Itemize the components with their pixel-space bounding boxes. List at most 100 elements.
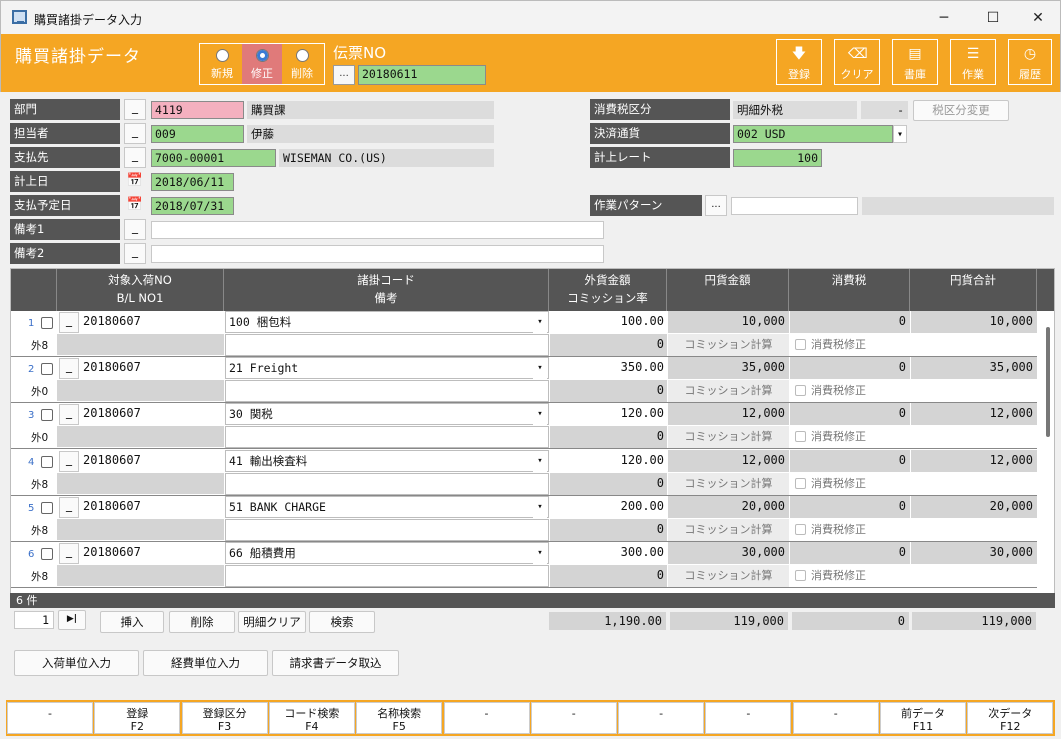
charge-code-select[interactable]: 51 BANK CHARGE: [225, 495, 549, 518]
row-lookup-button[interactable]: _: [59, 358, 79, 380]
dept-lookup-button[interactable]: _: [124, 99, 146, 120]
remarks-cell[interactable]: [225, 380, 549, 403]
tax-fix-checkbox[interactable]: [795, 477, 806, 489]
remarks-cell[interactable]: [225, 472, 549, 495]
toolbar-task-button[interactable]: ☰ 作業: [950, 39, 996, 85]
note1-lookup-button[interactable]: _: [124, 219, 146, 240]
voucher-number-field[interactable]: 20180611: [358, 65, 486, 85]
function-key[interactable]: 登録 F2: [94, 702, 181, 734]
chevron-down-icon[interactable]: ▾: [533, 404, 547, 427]
tax-fix-checkbox[interactable]: [795, 570, 806, 581]
commission-calc-button[interactable]: コミッション計算: [668, 565, 789, 587]
tax-fix-checkbox[interactable]: [795, 523, 806, 535]
remarks-cell[interactable]: [225, 426, 549, 449]
staff-lookup-button[interactable]: _: [124, 123, 146, 144]
chevron-down-icon[interactable]: ▾: [533, 543, 547, 565]
payee-lookup-button[interactable]: _: [124, 147, 146, 168]
work-pattern-code-field[interactable]: [731, 197, 858, 215]
row-lookup-button[interactable]: _: [59, 312, 79, 333]
remarks-cell[interactable]: [225, 334, 549, 356]
payee-code-field[interactable]: 7000-00001: [151, 149, 276, 167]
foreign-amount-cell[interactable]: 120.00: [550, 403, 667, 426]
remarks-cell[interactable]: [225, 565, 549, 587]
scrollbar-thumb[interactable]: [1046, 327, 1050, 437]
foreign-amount-cell[interactable]: 300.00: [550, 542, 667, 564]
commission-calc-button[interactable]: コミッション計算: [668, 334, 789, 356]
tax-fix-checkbox[interactable]: [795, 339, 806, 350]
function-key[interactable]: 前データ F11: [880, 702, 966, 734]
remarks-cell[interactable]: [225, 518, 549, 541]
receipt-unit-input-button[interactable]: 入荷単位入力: [14, 650, 139, 676]
charge-code-select[interactable]: 30 関税: [225, 403, 549, 426]
row-lookup-button[interactable]: _: [59, 543, 79, 564]
foreign-amount-cell[interactable]: 100.00: [550, 311, 667, 333]
pay-date-field[interactable]: 2018/07/31: [151, 197, 234, 215]
function-key[interactable]: -: [443, 702, 530, 734]
row-checkbox[interactable]: [41, 363, 53, 376]
tax-change-button[interactable]: 税区分変更: [913, 100, 1009, 121]
invoice-import-button[interactable]: 請求書データ取込: [272, 650, 399, 676]
clear-details-button[interactable]: 明細クリア: [238, 611, 306, 633]
mode-delete[interactable]: 削除: [282, 44, 322, 84]
function-key[interactable]: -: [618, 702, 705, 734]
foreign-amount-cell[interactable]: 120.00: [550, 449, 667, 472]
function-key[interactable]: -: [7, 702, 93, 734]
charge-code-select[interactable]: 100 梱包料: [225, 311, 549, 333]
close-button[interactable]: ✕: [1023, 7, 1053, 29]
note2-field[interactable]: [151, 245, 604, 263]
receipt-no-cell[interactable]: 20180607: [81, 450, 224, 472]
commission-calc-button[interactable]: コミッション計算: [668, 472, 789, 495]
row-checkbox[interactable]: [41, 317, 53, 329]
toolbar-archive-button[interactable]: ▤ 書庫: [892, 39, 938, 85]
note1-field[interactable]: [151, 221, 604, 239]
receipt-no-cell[interactable]: 20180607: [81, 542, 224, 564]
function-key[interactable]: 次データ F12: [967, 702, 1054, 734]
tax-fix-checkbox[interactable]: [795, 385, 806, 397]
row-lookup-button[interactable]: _: [59, 450, 79, 472]
chevron-down-icon[interactable]: ▾: [533, 496, 547, 519]
dept-code-field[interactable]: 4119: [151, 101, 244, 119]
minimize-button[interactable]: ─: [929, 7, 959, 29]
maximize-button[interactable]: ☐: [978, 7, 1008, 29]
grid-scrollbar[interactable]: [1044, 311, 1052, 593]
toolbar-history-button[interactable]: ◷ 履歴: [1008, 39, 1052, 85]
staff-code-field[interactable]: 009: [151, 125, 244, 143]
function-key[interactable]: -: [705, 702, 792, 734]
row-lookup-button[interactable]: _: [59, 404, 79, 426]
delete-row-button[interactable]: 削除: [169, 611, 235, 633]
note2-lookup-button[interactable]: _: [124, 243, 146, 264]
foreign-amount-cell[interactable]: 350.00: [550, 357, 667, 380]
receipt-no-cell[interactable]: 20180607: [81, 311, 224, 333]
commission-calc-button[interactable]: コミッション計算: [668, 380, 789, 403]
search-button[interactable]: 検索: [309, 611, 375, 633]
chevron-down-icon[interactable]: ▾: [533, 312, 547, 334]
page-number-field[interactable]: 1: [14, 611, 54, 629]
voucher-lookup-button[interactable]: ...: [333, 65, 355, 85]
row-checkbox[interactable]: [41, 409, 53, 422]
charge-code-select[interactable]: 66 船積費用: [225, 542, 549, 564]
work-pattern-lookup-button[interactable]: ...: [705, 195, 727, 216]
insert-button[interactable]: 挿入: [100, 611, 164, 633]
function-key[interactable]: 名称検索 F5: [356, 702, 443, 734]
function-key[interactable]: -: [530, 702, 617, 734]
row-checkbox[interactable]: [41, 501, 53, 514]
function-key[interactable]: コード検索 F4: [268, 702, 355, 734]
last-page-button[interactable]: ▶|: [58, 610, 86, 630]
toolbar-register-button[interactable]: 🡇 登録: [776, 39, 822, 85]
chevron-down-icon[interactable]: ▾: [533, 450, 547, 473]
function-key[interactable]: -: [792, 702, 879, 734]
mode-edit[interactable]: 修正: [242, 44, 282, 84]
chevron-down-icon[interactable]: ▾: [893, 125, 907, 143]
chevron-down-icon[interactable]: ▾: [533, 358, 547, 381]
mode-new[interactable]: 新規: [202, 44, 242, 84]
expense-unit-input-button[interactable]: 経費単位入力: [143, 650, 268, 676]
tax-fix-checkbox[interactable]: [795, 431, 806, 443]
function-key[interactable]: 登録区分 F3: [181, 702, 268, 734]
commission-calc-button[interactable]: コミッション計算: [668, 426, 789, 449]
calendar-icon[interactable]: 📅: [124, 172, 146, 190]
receipt-no-cell[interactable]: 20180607: [81, 496, 224, 518]
rate-field[interactable]: 100: [733, 149, 822, 167]
charge-code-select[interactable]: 21 Freight: [225, 357, 549, 380]
receipt-no-cell[interactable]: 20180607: [81, 403, 224, 425]
row-checkbox[interactable]: [41, 455, 53, 468]
